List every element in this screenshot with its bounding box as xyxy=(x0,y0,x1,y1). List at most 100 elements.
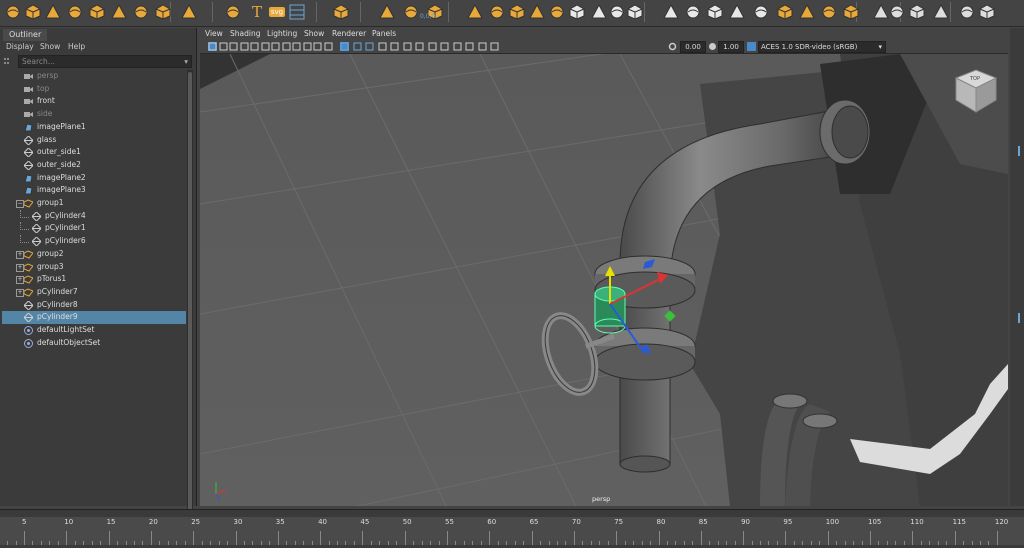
cone-icon[interactable] xyxy=(66,3,84,21)
knife-icon[interactable] xyxy=(798,3,816,21)
multi-cut-icon[interactable] xyxy=(684,3,702,21)
film-gate-icon[interactable] xyxy=(261,42,270,51)
text-icon[interactable]: T xyxy=(248,3,266,21)
outliner-item[interactable]: pCylinder8 xyxy=(2,299,186,312)
smooth-icon[interactable] xyxy=(528,3,546,21)
platonic-icon[interactable] xyxy=(154,3,172,21)
outliner-item[interactable]: + pTorus1 xyxy=(2,273,186,286)
uv-editor-icon[interactable] xyxy=(288,3,306,21)
target-weld-icon[interactable] xyxy=(706,3,724,21)
bevel-icon[interactable] xyxy=(608,3,626,21)
wireframe-icon[interactable] xyxy=(324,42,333,51)
extract-icon[interactable] xyxy=(488,3,506,21)
color-management-icon[interactable] xyxy=(747,42,756,51)
outliner-item[interactable]: imagePlane3 xyxy=(2,184,186,197)
field-chart-icon[interactable] xyxy=(292,42,301,51)
search-input[interactable]: Search... ▾ xyxy=(18,55,192,68)
menu-view[interactable]: View xyxy=(205,28,223,40)
gear-icon[interactable] xyxy=(668,42,677,51)
cylinder-icon[interactable] xyxy=(44,3,62,21)
wedge-icon[interactable] xyxy=(820,3,838,21)
menu-show[interactable]: Show xyxy=(40,41,60,53)
bookmark-icon[interactable] xyxy=(229,42,238,51)
outliner-item[interactable]: top xyxy=(2,83,186,96)
expand-icon[interactable]: + xyxy=(16,288,24,297)
connect-icon[interactable] xyxy=(728,3,746,21)
isolate-icon[interactable] xyxy=(440,42,449,51)
outliner-item[interactable]: pCylinder9 xyxy=(2,311,186,324)
bridge-icon[interactable] xyxy=(568,3,586,21)
bend-icon[interactable] xyxy=(932,3,950,21)
menu-show[interactable]: Show xyxy=(304,28,324,40)
outliner-tab[interactable]: Outliner xyxy=(3,29,48,41)
menu-lighting[interactable]: Lighting xyxy=(267,28,297,40)
ambient-occlusion-icon[interactable] xyxy=(403,42,412,51)
gate-mask-icon[interactable] xyxy=(282,42,291,51)
outliner-item[interactable]: outer_side1 xyxy=(2,146,186,159)
measure-icon[interactable] xyxy=(332,3,350,21)
expand-icon[interactable]: + xyxy=(16,250,24,259)
menu-renderer[interactable]: Renderer xyxy=(332,28,366,40)
expand-icon[interactable]: + xyxy=(16,276,24,285)
svg-icon[interactable]: svg xyxy=(268,3,286,21)
lights-icon[interactable] xyxy=(378,42,387,51)
menu-panels[interactable]: Panels xyxy=(372,28,396,40)
motion-blur-icon[interactable] xyxy=(415,42,424,51)
select-camera-icon[interactable] xyxy=(208,42,217,51)
xray-joints-icon[interactable] xyxy=(465,42,474,51)
right-dock[interactable] xyxy=(1010,28,1024,506)
mirror-icon[interactable] xyxy=(548,3,566,21)
separate-icon[interactable] xyxy=(466,3,484,21)
exposure-field[interactable]: 0.00 xyxy=(680,41,706,53)
time-ruler[interactable]: 5 10 15 20 25 30 35 40 45 50 55 60 65 70 75 80 85 90 95 100… xyxy=(0,517,1024,545)
outliner-item[interactable]: pCylinder1 xyxy=(2,222,186,235)
grip-icon[interactable] xyxy=(4,58,12,64)
outliner-item[interactable]: imagePlane2 xyxy=(2,172,186,185)
outliner-item[interactable]: pCylinder6 xyxy=(2,235,186,248)
cube-icon[interactable] xyxy=(24,3,42,21)
color-space-select[interactable]: ACES 1.0 SDR-video (sRGB) ▾ xyxy=(758,41,886,53)
dock-tab-icon[interactable] xyxy=(1018,313,1020,323)
sphere-icon[interactable] xyxy=(4,3,22,21)
shadows-icon[interactable] xyxy=(390,42,399,51)
exposure-icon[interactable] xyxy=(490,42,499,51)
outliner-item[interactable]: + group2 xyxy=(2,248,186,261)
fill-hole-icon[interactable] xyxy=(662,3,680,21)
outliner-item[interactable]: persp xyxy=(2,70,186,83)
collapse-icon[interactable]: − xyxy=(16,200,24,208)
safe-title-icon[interactable] xyxy=(313,42,322,51)
append-icon[interactable] xyxy=(626,3,644,21)
reset-icon[interactable] xyxy=(402,3,420,21)
menu-shading[interactable]: Shading xyxy=(230,28,260,40)
snap-together-icon[interactable] xyxy=(378,3,396,21)
menu-help[interactable]: Help xyxy=(68,41,85,53)
gamma-icon[interactable] xyxy=(708,42,717,51)
outliner-item[interactable]: − group1 xyxy=(2,197,186,210)
outliner-item[interactable]: front xyxy=(2,95,186,108)
xray-icon[interactable] xyxy=(453,42,462,51)
dock-tab-icon[interactable] xyxy=(1018,146,1020,156)
viewport-3d[interactable]: TOP persp xyxy=(200,54,1008,506)
torus-icon[interactable] xyxy=(88,3,106,21)
outliner-item[interactable]: defaultObjectSet xyxy=(2,337,186,350)
outliner-item[interactable]: glass xyxy=(2,134,186,147)
lock-camera-icon[interactable] xyxy=(219,42,228,51)
safe-action-icon[interactable] xyxy=(303,42,312,51)
cluster-icon[interactable] xyxy=(978,3,996,21)
resolution-gate-icon[interactable] xyxy=(271,42,280,51)
outliner-item[interactable]: side xyxy=(2,108,186,121)
outliner-scrollbar[interactable] xyxy=(187,70,193,518)
menu-display[interactable]: Display xyxy=(6,41,34,53)
poke-icon[interactable] xyxy=(842,3,860,21)
image-plane-icon[interactable] xyxy=(240,42,249,51)
chevron-down-icon[interactable]: ▾ xyxy=(184,56,188,67)
sweep-icon[interactable] xyxy=(180,3,198,21)
gamma-field[interactable]: 1.00 xyxy=(718,41,744,53)
disc-icon[interactable] xyxy=(132,3,150,21)
grid-icon[interactable] xyxy=(250,42,259,51)
quad-draw-icon[interactable] xyxy=(752,3,770,21)
outliner-item[interactable]: pCylinder4 xyxy=(2,209,186,223)
textured-icon[interactable] xyxy=(365,42,374,51)
antialias-icon[interactable] xyxy=(428,42,437,51)
backface-icon[interactable] xyxy=(478,42,487,51)
